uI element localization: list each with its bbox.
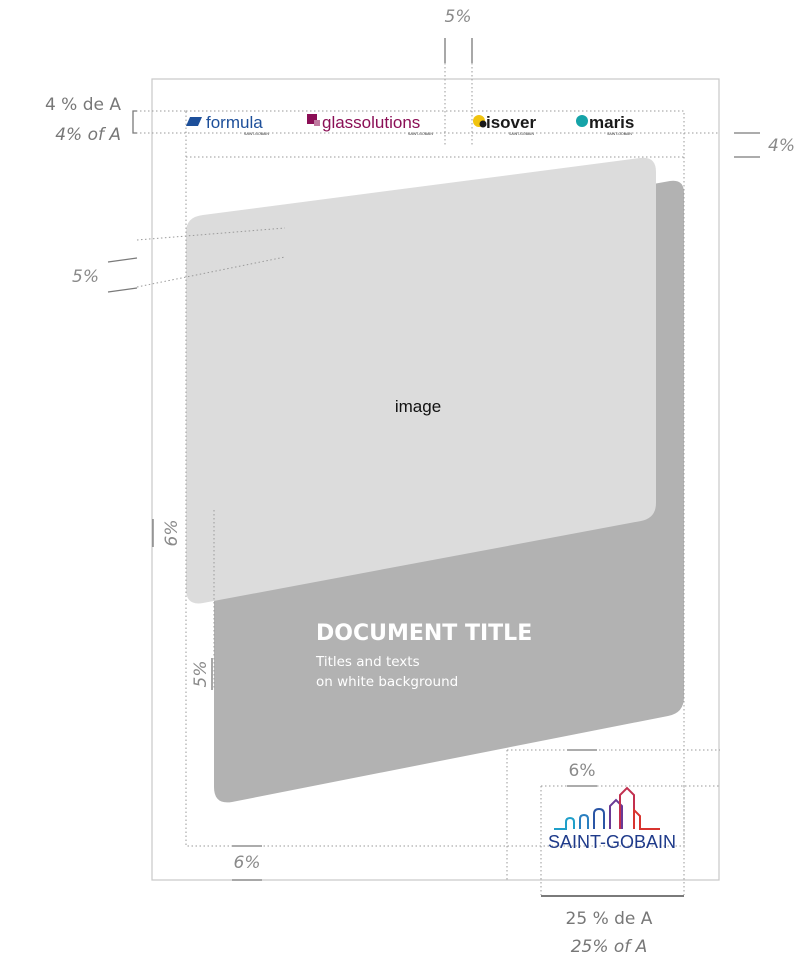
brand-glassolutions: glassolutions SAINT-GOBAIN	[307, 113, 433, 136]
header-height-label-fr: 4 % de A	[45, 95, 121, 115]
logo-width-label-fr: 25 % de A	[566, 909, 653, 929]
bottom-margin-label: 6%	[234, 853, 261, 873]
brand-name: glassolutions	[322, 113, 420, 132]
left-slant-gap-label: 5%	[72, 267, 99, 287]
layout-diagram: formula SAINT-GOBAIN glassolutions SAINT…	[45, 7, 795, 957]
document-title: DOCUMENT TITLE	[316, 621, 532, 646]
left-margin-label-a: 6%	[162, 520, 182, 547]
brand-sub: SAINT-GOBAIN	[509, 132, 534, 136]
left-margin-label-b: 5%	[191, 661, 211, 688]
saint-gobain-logo: SAINT-GOBAIN	[548, 786, 676, 852]
logo-gap-label: 6%	[569, 761, 596, 781]
brand-name: formula	[206, 113, 263, 132]
brand-sub: SAINT-GOBAIN	[244, 132, 269, 136]
top-gap-label: 5%	[445, 7, 472, 27]
maris-mark-icon	[576, 115, 588, 127]
skyline-icon	[554, 786, 660, 830]
brand-name: isover	[486, 113, 536, 132]
brand-sub: SAINT-GOBAIN	[607, 132, 632, 136]
brand-sub: SAINT-GOBAIN	[408, 132, 433, 136]
header-height-label-en: 4% of A	[55, 125, 121, 145]
document-subtitle-line1: Titles and texts	[315, 654, 420, 670]
image-label: image	[395, 397, 441, 416]
logo-width-label-en: 25% of A	[571, 937, 648, 957]
logo-text: SAINT-GOBAIN	[548, 832, 676, 852]
right-gap-label: 4%	[768, 136, 795, 156]
brand-name: maris	[589, 113, 634, 132]
formula-mark-icon	[186, 117, 202, 126]
document-subtitle-line2: on white background	[316, 674, 458, 690]
brand-formula: formula SAINT-GOBAIN	[186, 113, 269, 136]
